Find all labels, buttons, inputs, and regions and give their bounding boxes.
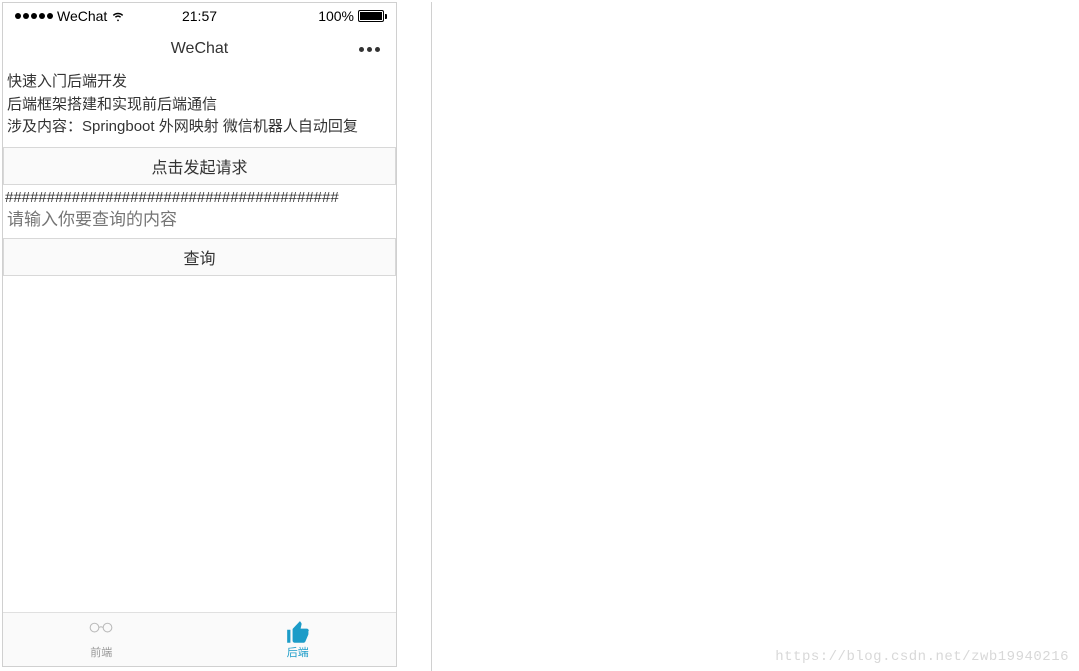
status-bar: WeChat 21:57 100% [3,3,396,29]
phone-frame: WeChat 21:57 100% WeChat 快速入门后端开发 后端框架搭建… [2,2,397,667]
status-left: WeChat [15,8,125,24]
more-icon[interactable] [359,47,380,52]
tab-frontend[interactable]: 前端 [3,613,200,666]
right-panel-divider [398,2,432,671]
signal-icon [15,13,53,19]
request-button-label: 点击发起请求 [151,154,247,178]
content-line-1: 快速入门后端开发 [7,71,392,94]
nav-bar: WeChat [3,29,396,69]
content-line-2: 后端框架搭建和实现前后端通信 [7,94,392,117]
request-button[interactable]: 点击发起请求 [3,147,396,185]
wifi-icon [111,9,125,23]
search-input[interactable] [3,208,396,232]
nav-title: WeChat [171,40,229,58]
content-block: 快速入门后端开发 后端框架搭建和实现前后端通信 涉及内容：Springboot … [3,69,396,141]
search-button-label: 查询 [183,245,215,269]
battery-percent: 100% [318,8,354,24]
tab-backend[interactable]: 后端 [200,613,397,666]
glasses-icon [88,620,114,642]
search-button[interactable]: 查询 [3,238,396,276]
thumbs-up-icon [285,620,311,642]
tab-backend-label: 后端 [287,644,309,660]
battery-icon [358,10,384,22]
hash-divider: ######################################## [3,185,396,208]
content-line-3: 涉及内容：Springboot 外网映射 微信机器人自动回复 [7,116,392,139]
clock: 21:57 [182,8,217,24]
status-right: 100% [318,8,384,24]
tab-frontend-label: 前端 [90,644,112,660]
carrier-label: WeChat [57,8,107,24]
watermark: https://blog.csdn.net/zwb19940216 [775,649,1069,665]
tab-bar: 前端 后端 [3,612,396,666]
